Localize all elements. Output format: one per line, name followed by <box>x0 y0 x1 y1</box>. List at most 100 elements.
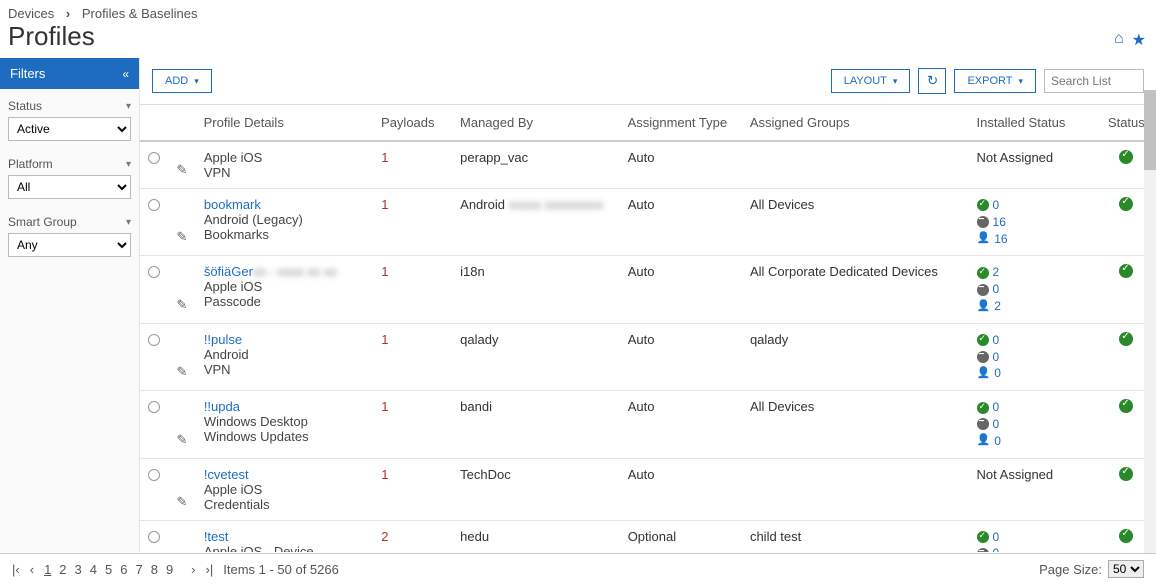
filter-status-label[interactable]: Status ▾ <box>8 95 131 117</box>
page-number[interactable]: 9 <box>166 562 173 577</box>
row-select-radio[interactable] <box>148 334 160 346</box>
page-size-select[interactable]: 50 <box>1108 560 1144 578</box>
col-installed-status[interactable]: Installed Status <box>969 105 1097 140</box>
install-user-count[interactable]: 16 <box>994 231 1007 248</box>
home-icon[interactable]: ⌂ <box>1114 30 1124 50</box>
page-number[interactable]: 6 <box>120 562 127 577</box>
search-input[interactable] <box>1044 69 1144 93</box>
col-payloads[interactable]: Payloads <box>373 105 452 140</box>
row-select-radio[interactable] <box>148 152 160 164</box>
star-icon[interactable]: ★ <box>1132 30 1146 50</box>
row-select-radio[interactable] <box>148 469 160 481</box>
minus-icon <box>977 216 989 228</box>
collapse-sidebar-icon[interactable]: « <box>122 67 129 81</box>
profile-platform: Apple iOS <box>204 482 365 497</box>
install-status-text: Not Assigned <box>977 467 1054 482</box>
payload-count: 2 <box>381 529 388 544</box>
payload-count: 1 <box>381 150 388 165</box>
install-neut-count[interactable]: 0 <box>993 281 1000 298</box>
install-neut-count[interactable]: 0 <box>993 545 1000 552</box>
install-neut-count[interactable]: 16 <box>993 214 1006 231</box>
profile-name-link[interactable]: !!pulse <box>204 332 242 347</box>
col-assignment-type[interactable]: Assignment Type <box>620 105 742 140</box>
profiles-table: Profile Details Payloads Managed By Assi… <box>140 104 1156 552</box>
col-profile-details[interactable]: Profile Details <box>196 105 373 140</box>
chevron-down-icon: ▾ <box>126 159 131 170</box>
refresh-button[interactable]: ↻ <box>918 68 946 94</box>
edit-icon[interactable]: ✎ <box>176 297 187 313</box>
user-icon: 👤 <box>977 231 991 246</box>
table-row: ✎bookmarkAndroid (Legacy)Bookmarks1Andro… <box>140 189 1156 256</box>
profile-payload-type: Bookmarks <box>204 227 365 242</box>
profile-platform: Apple iOS <box>204 150 365 165</box>
install-ok-count[interactable]: 0 <box>993 197 1000 214</box>
add-button[interactable]: ADD ▾ <box>152 69 212 93</box>
profile-name-link[interactable]: bookmark <box>204 197 261 212</box>
table-header: Profile Details Payloads Managed By Assi… <box>140 105 1156 142</box>
profile-platform: Windows Desktop <box>204 414 365 429</box>
minus-icon <box>977 418 989 430</box>
page-number[interactable]: 3 <box>75 562 82 577</box>
status-ok-icon <box>1119 264 1133 278</box>
install-user-count[interactable]: 0 <box>994 433 1001 450</box>
table-row: ✎!!pulseAndroidVPN1qaladyAutoqalady00👤0 <box>140 324 1156 391</box>
profile-name-link[interactable]: šöfiäGer <box>204 264 253 279</box>
filter-platform-select[interactable]: All <box>8 175 131 199</box>
row-select-radio[interactable] <box>148 531 160 543</box>
install-ok-count[interactable]: 0 <box>993 529 1000 546</box>
install-user-count[interactable]: 2 <box>994 298 1001 315</box>
page-number[interactable]: 2 <box>59 562 66 577</box>
ok-icon <box>977 267 989 279</box>
page-number[interactable]: 5 <box>105 562 112 577</box>
install-user-count[interactable]: 0 <box>994 365 1001 382</box>
edit-icon[interactable]: ✎ <box>176 229 187 245</box>
filter-smartgroup-select[interactable]: Any <box>8 233 131 257</box>
profile-payload-type: Credentials <box>204 497 365 512</box>
profile-name-link[interactable]: !test <box>204 529 229 544</box>
table-row: ✎šöfiäGerxx - xxxx xx xxApple iOSPasscod… <box>140 256 1156 323</box>
export-button[interactable]: EXPORT ▾ <box>954 69 1036 93</box>
page-prev-icon[interactable]: ‹ <box>30 562 34 577</box>
row-select-radio[interactable] <box>148 266 160 278</box>
filter-platform-text: Platform <box>8 157 53 171</box>
filter-smartgroup-text: Smart Group <box>8 215 77 229</box>
edit-icon[interactable]: ✎ <box>176 432 187 448</box>
page-first-icon[interactable]: |‹ <box>12 562 20 577</box>
status-ok-icon <box>1119 399 1133 413</box>
page-next-icon[interactable]: › <box>191 562 195 577</box>
status-ok-icon <box>1119 529 1133 543</box>
install-ok-count[interactable]: 0 <box>993 399 1000 416</box>
filter-smartgroup-label[interactable]: Smart Group ▾ <box>8 211 131 233</box>
profile-name-link[interactable]: !cvetest <box>204 467 249 482</box>
col-assigned-groups[interactable]: Assigned Groups <box>742 105 969 140</box>
chevron-down-icon: ▾ <box>1018 76 1023 87</box>
page-number[interactable]: 4 <box>90 562 97 577</box>
layout-button-label: LAYOUT <box>844 75 887 87</box>
install-ok-count[interactable]: 0 <box>993 332 1000 349</box>
assignment-type: Optional <box>628 529 676 544</box>
page-number[interactable]: 7 <box>135 562 142 577</box>
filters-sidebar: Filters « Status ▾ Active Platform ▾ All… <box>0 58 140 552</box>
install-ok-count[interactable]: 2 <box>993 264 1000 281</box>
breadcrumb-leaf[interactable]: Profiles & Baselines <box>82 6 198 21</box>
edit-icon[interactable]: ✎ <box>176 364 187 380</box>
layout-button[interactable]: LAYOUT ▾ <box>831 69 911 93</box>
profile-name-link[interactable]: !!upda <box>204 399 240 414</box>
page-number[interactable]: 8 <box>151 562 158 577</box>
page-last-icon[interactable]: ›| <box>206 562 214 577</box>
table-row: ✎!cvetestApple iOSCredentials1TechDocAut… <box>140 459 1156 521</box>
ok-icon <box>977 402 989 414</box>
scrollbar[interactable] <box>1144 90 1156 554</box>
install-neut-count[interactable]: 0 <box>993 349 1000 366</box>
filter-status-select[interactable]: Active <box>8 117 131 141</box>
install-neut-count[interactable]: 0 <box>993 416 1000 433</box>
filter-platform-label[interactable]: Platform ▾ <box>8 153 131 175</box>
col-managed-by[interactable]: Managed By <box>452 105 620 140</box>
filters-header[interactable]: Filters « <box>0 58 139 89</box>
edit-icon[interactable]: ✎ <box>176 494 187 510</box>
row-select-radio[interactable] <box>148 199 160 211</box>
page-number[interactable]: 1 <box>44 562 51 577</box>
breadcrumb-root[interactable]: Devices <box>8 6 54 21</box>
edit-icon[interactable]: ✎ <box>176 162 187 178</box>
row-select-radio[interactable] <box>148 401 160 413</box>
